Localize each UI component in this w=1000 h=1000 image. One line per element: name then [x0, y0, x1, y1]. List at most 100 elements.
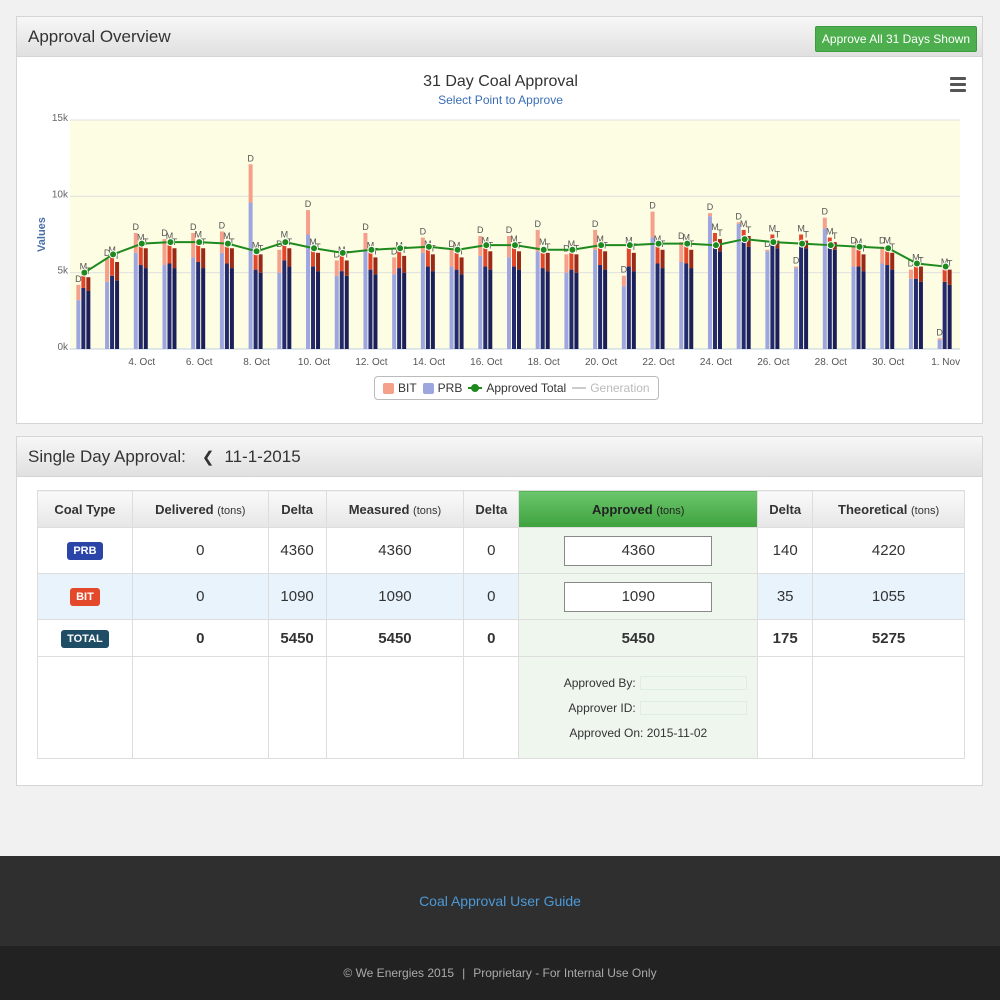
bar-prb: [741, 242, 746, 349]
user-guide-link[interactable]: Coal Approval User Guide: [419, 893, 581, 909]
bar-bit: [564, 254, 569, 273]
legend-label-bit: BIT: [398, 381, 417, 395]
legend-swatch-generation: [572, 387, 587, 389]
x-tick-label: 24. Oct: [700, 357, 732, 368]
bar-prb: [799, 243, 804, 349]
bar-prb: [851, 266, 856, 349]
bar-prb: [311, 266, 316, 349]
bar-letter-label: T: [746, 225, 752, 235]
bar-bit: [86, 277, 91, 291]
bar-letter-label: T: [775, 230, 781, 240]
approval-info-cell: Approved By: Approver ID: Approved On: 2…: [518, 656, 759, 759]
approved-total-point: [826, 241, 835, 250]
bar-prb: [890, 269, 895, 349]
bar-prb: [918, 281, 923, 349]
bar-prb: [765, 251, 770, 349]
bar-letter-label: T: [832, 231, 838, 241]
x-tick-label: 18. Oct: [528, 357, 560, 368]
bar-prb: [603, 269, 608, 349]
bar-prb: [660, 268, 665, 349]
bar-letter-label: D: [707, 202, 714, 212]
approved-total-point: [740, 235, 749, 244]
approved-total-point: [912, 259, 921, 268]
approved-total-point: [769, 238, 778, 247]
legend-label-approved-total: Approved Total: [486, 381, 567, 395]
bar-prb: [76, 300, 81, 349]
approved-input-prb[interactable]: [564, 535, 713, 566]
approved-input-bit[interactable]: [564, 581, 713, 612]
x-tick-label: 1. Nov: [931, 357, 960, 368]
approved-total-point: [195, 238, 204, 247]
approve-all-button[interactable]: Approve All 31 Days Shown: [814, 26, 977, 52]
bar-bit: [880, 246, 885, 264]
bar-bit: [143, 248, 148, 269]
approved-cell: [518, 573, 759, 620]
bar-bit: [689, 249, 694, 269]
bar-bit: [449, 249, 454, 267]
measured-cell: 5450: [325, 619, 465, 657]
legend-item-bit[interactable]: BIT: [383, 381, 417, 395]
delivered-cell: 0: [131, 573, 269, 620]
bar-prb: [334, 275, 339, 349]
approved-total-point: [511, 241, 519, 250]
delta-cell: 1090: [267, 573, 327, 620]
bar-bit: [574, 254, 579, 273]
approved-total-point: [80, 268, 89, 277]
bar-prb: [880, 263, 885, 349]
approved-total-point: [654, 239, 663, 248]
legend-item-prb[interactable]: PRB: [422, 381, 462, 395]
legend-swatch-prb: [422, 382, 434, 394]
bar-prb: [258, 272, 263, 349]
bar-prb: [574, 272, 579, 349]
bar-prb: [712, 246, 717, 349]
bar-prb: [248, 202, 253, 349]
bar-bit: [258, 254, 263, 273]
bar-prb: [368, 269, 373, 349]
bar-bit: [344, 260, 349, 276]
bar-prb: [478, 255, 483, 349]
legend-item-generation[interactable]: Generation: [572, 381, 650, 395]
legend-item-approved-total[interactable]: Approved Total: [468, 381, 566, 395]
bar-prb: [425, 266, 430, 349]
approved-on-text: Approved On: 2015-11-02: [569, 725, 708, 740]
bar-prb: [430, 271, 435, 349]
bar-prb: [736, 223, 741, 349]
bar-bit: [918, 266, 923, 282]
delta-cell: 0: [463, 573, 520, 620]
footer-separator: |: [462, 966, 466, 980]
footer-bar: © We Energies 2015 | Proprietary - For I…: [0, 946, 1000, 1000]
bar-bit: [105, 258, 110, 282]
bar-prb: [540, 268, 545, 349]
bar-bit: [660, 249, 665, 269]
approved-by-value: [639, 675, 747, 690]
bar-bit: [459, 257, 464, 275]
chevron-left-icon[interactable]: ❮: [202, 448, 215, 466]
delta-cell: 0: [463, 619, 520, 657]
bar-prb: [277, 272, 282, 349]
bar-prb: [746, 246, 751, 349]
approved-total-point: [252, 247, 261, 256]
bar-bit: [517, 251, 521, 270]
bar-bit: [890, 252, 895, 270]
bar-prb: [344, 275, 349, 349]
bar-letter-label: D: [592, 219, 599, 229]
approved-total-point: [568, 245, 577, 254]
bar-prb: [402, 272, 407, 349]
coal-type-cell: PRB: [37, 527, 133, 574]
bar-prb: [827, 246, 832, 349]
coal-type-badge: TOTAL: [61, 629, 109, 648]
coal-approval-chart[interactable]: 0k5k10k15kValuesDMTDMTDMTDMTDMTDMTDMT DMT…: [17, 57, 982, 375]
bar-prb: [913, 278, 918, 349]
bar-prb: [679, 261, 684, 349]
bar-prb: [650, 237, 655, 349]
coal-type-badge: PRB: [67, 542, 103, 560]
bar-prb: [373, 274, 378, 349]
single-day-title: Single Day Approval:: [28, 446, 186, 466]
bar-bit: [277, 249, 282, 273]
x-tick-label: 22. Oct: [642, 357, 674, 368]
bar-prb: [86, 290, 91, 349]
col-header-theoretical: Theoretical (tons): [812, 490, 965, 528]
bar-prb: [454, 269, 459, 349]
measured-cell: 1090: [325, 573, 465, 620]
bar-bit: [392, 257, 397, 275]
